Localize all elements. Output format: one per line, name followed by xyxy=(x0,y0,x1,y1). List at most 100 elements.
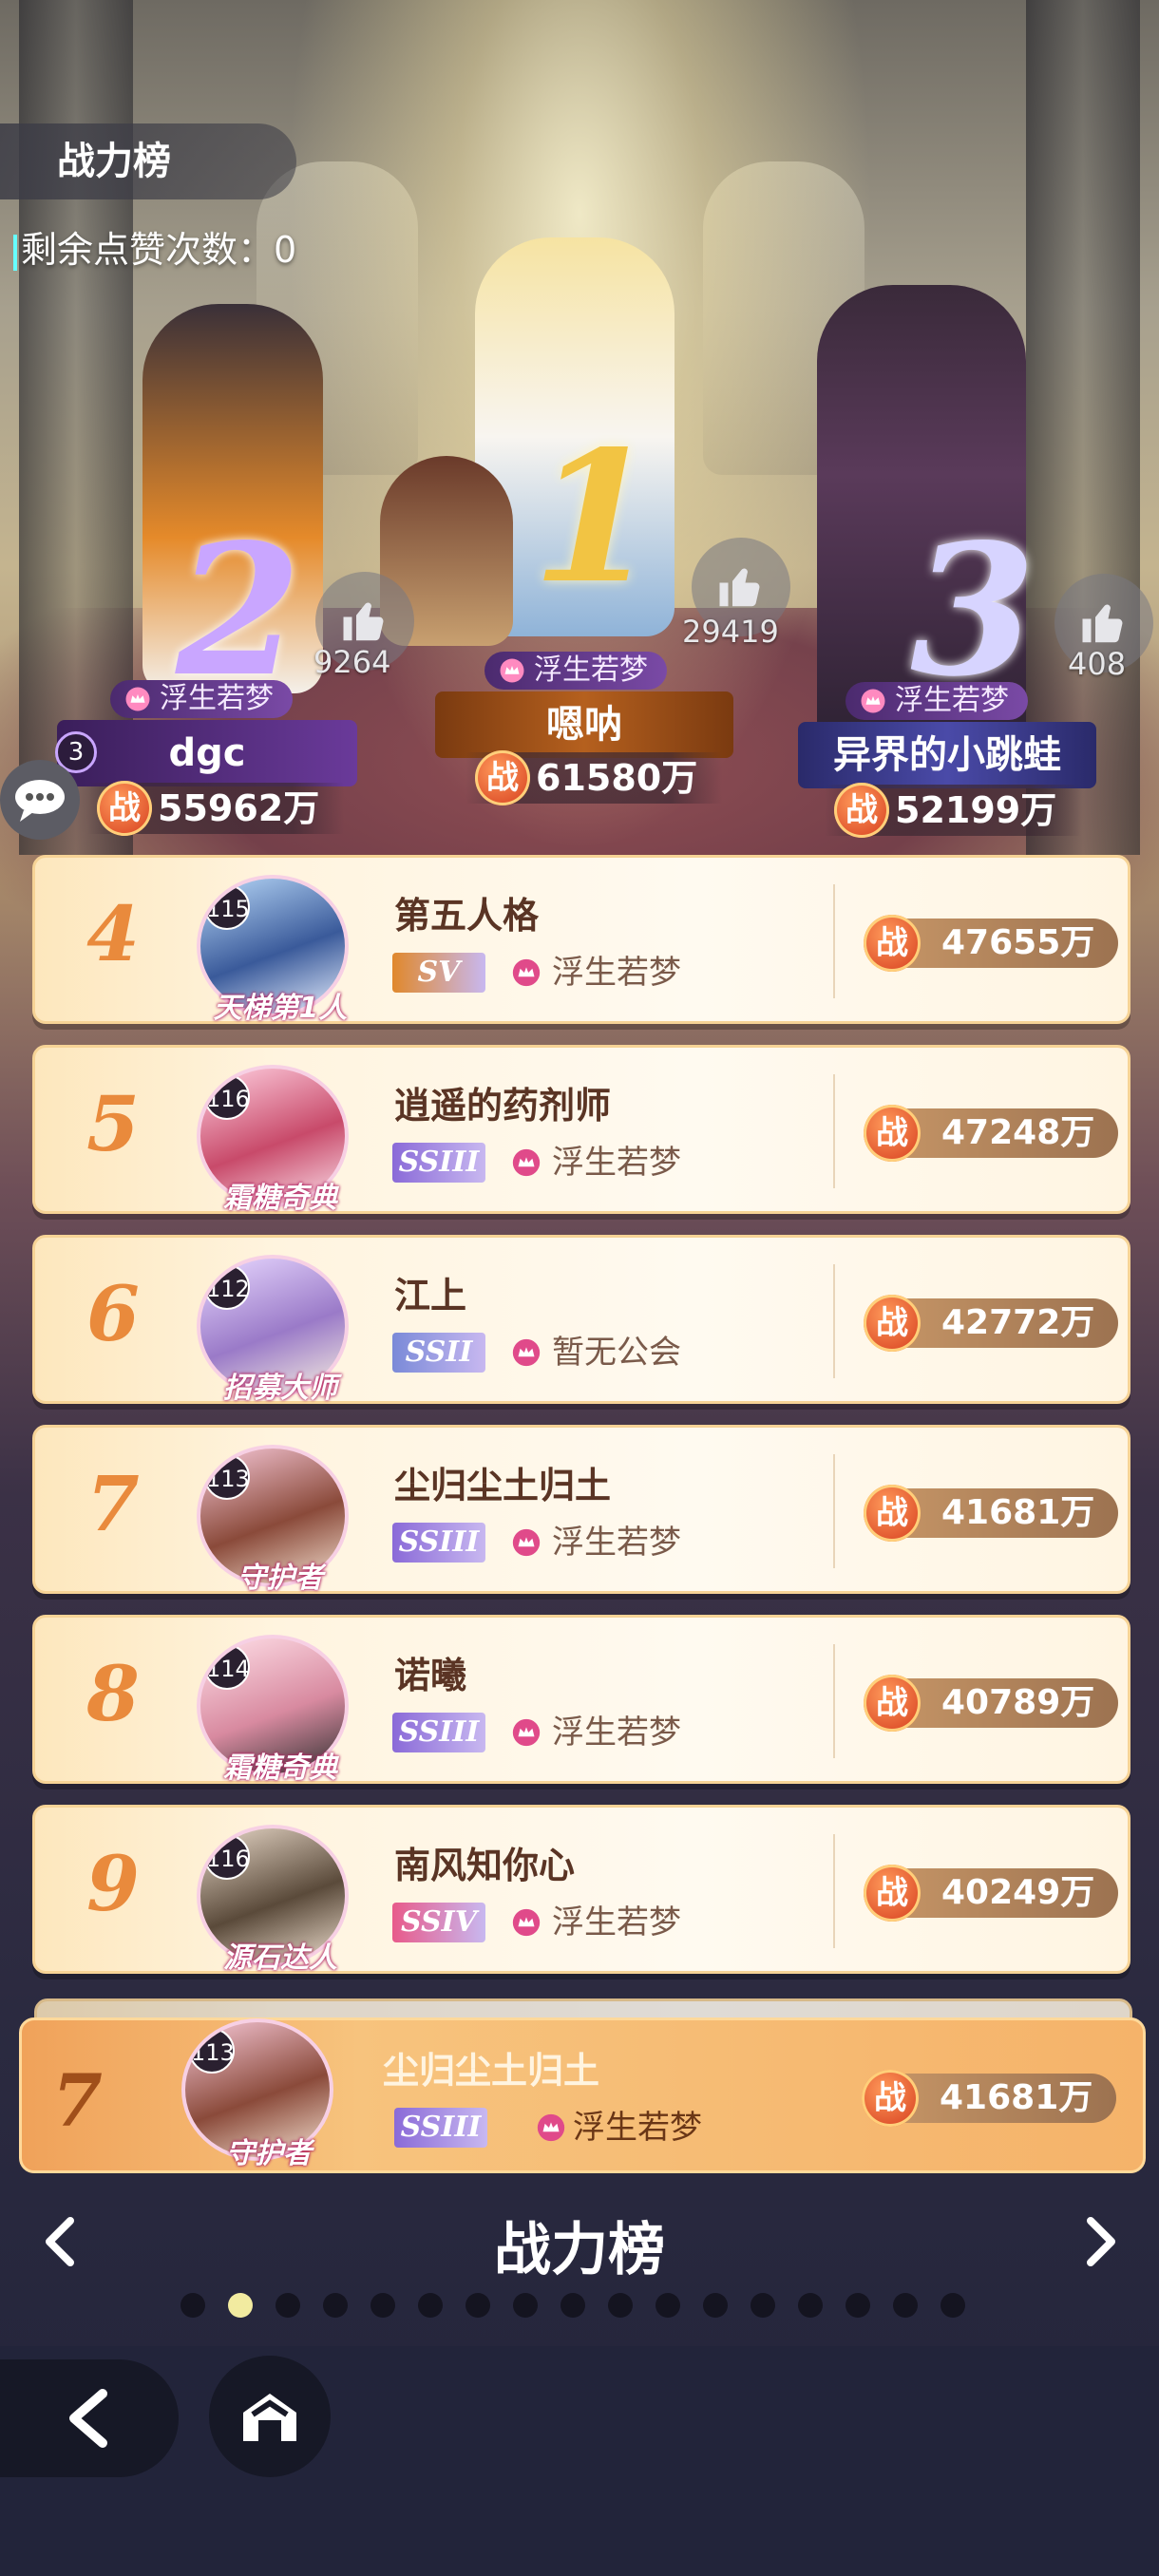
frame-title: 霜糖奇典 xyxy=(223,1182,337,1215)
power-icon: 战 xyxy=(475,750,530,805)
level-badge: 115 xyxy=(204,884,250,930)
board-title: 战力榜 xyxy=(494,2217,665,2283)
page-dot[interactable] xyxy=(370,2293,395,2318)
power-icon: 战 xyxy=(864,915,921,972)
level-badge: 116 xyxy=(204,1834,250,1880)
home-button[interactable] xyxy=(209,2356,331,2477)
power-value: 55962万 xyxy=(158,787,320,829)
ranking-row[interactable]: 6 112 招募大师 江上 SSII 暂无公会 战 42772万 xyxy=(32,1235,1130,1405)
guild-flower-icon xyxy=(512,1338,541,1367)
power-value: 41681万 xyxy=(940,2078,1093,2117)
ranking-row[interactable]: 7 113 守护者 尘归尘土归土 SSIII 浮生若梦 战 41681万 xyxy=(32,1425,1130,1595)
page-dot[interactable] xyxy=(846,2293,870,2318)
page-dot[interactable] xyxy=(560,2293,585,2318)
thumbs-up-icon xyxy=(343,602,384,641)
rank-3-numeral: 3 xyxy=(910,504,1036,716)
guild-flower-icon xyxy=(537,2113,565,2142)
rank-2-name-plate[interactable]: dgc xyxy=(57,720,357,786)
power-badge: 战 40789万 xyxy=(864,1675,1118,1732)
page-dot[interactable] xyxy=(798,2293,823,2318)
player-name: 南风知你心 xyxy=(394,1845,576,1886)
rank-number: 7 xyxy=(86,1459,140,1548)
like-count-rank-2: 9264 xyxy=(314,644,391,680)
frame-title: 霜糖奇典 xyxy=(223,1752,337,1785)
power-value: 42772万 xyxy=(941,1303,1095,1342)
like-count-rank-1: 29419 xyxy=(682,614,779,650)
guild-flower-icon xyxy=(512,1908,541,1937)
player-name: 尘归尘土归土 xyxy=(394,1465,612,1506)
rank-1-guild-tag: 浮生若梦 xyxy=(484,652,667,690)
my-vip-badge: SSIII xyxy=(394,2108,487,2148)
power-value: 47655万 xyxy=(941,923,1095,962)
player-name: dgc xyxy=(168,731,246,775)
my-power: 战 41681万 xyxy=(862,2070,1116,2127)
guild-name: 浮生若梦 xyxy=(552,1144,681,1182)
ranking-row[interactable]: 4 115 天梯第1人 第五人格 SV 浮生若梦 战 47655万 xyxy=(32,855,1130,1025)
player-name: 江上 xyxy=(394,1275,467,1316)
rank-3-name-plate[interactable]: 异界的小跳蛙 xyxy=(798,722,1096,788)
power-badge: 战 47655万 xyxy=(864,915,1118,972)
page-dot[interactable] xyxy=(180,2293,205,2318)
power-badge: 战 42772万 xyxy=(864,1295,1118,1352)
guild-flower-icon xyxy=(512,1718,541,1747)
page-dot[interactable] xyxy=(418,2293,443,2318)
crown-flower-icon xyxy=(500,658,524,683)
power-badge: 战 47248万 xyxy=(864,1105,1118,1162)
crown-flower-icon xyxy=(861,689,885,713)
guild-name: 浮生若梦 xyxy=(552,1524,681,1562)
row-divider xyxy=(833,1454,835,1568)
home-icon xyxy=(243,2394,296,2441)
chat-bubble-icon xyxy=(15,780,65,822)
ranking-row[interactable]: 5 116 霜糖奇典 逍遥的药剂师 SSIII 浮生若梦 战 47248万 xyxy=(32,1045,1130,1215)
power-icon: 战 xyxy=(864,1675,921,1732)
ranking-row[interactable]: 8 114 霜糖奇典 诺曦 SSIII 浮生若梦 战 40789万 xyxy=(32,1615,1130,1785)
power-value: 40249万 xyxy=(941,1873,1095,1912)
vip-badge: SV xyxy=(392,953,485,993)
page-dot[interactable] xyxy=(750,2293,775,2318)
power-value: 47248万 xyxy=(941,1113,1095,1152)
my-ranking-row[interactable]: 7 113 守护者 尘归尘土归土 SSIII 浮生若梦 战 41681万 xyxy=(19,2017,1146,2173)
page-dot[interactable] xyxy=(323,2293,348,2318)
page-dot[interactable] xyxy=(940,2293,965,2318)
power-icon: 战 xyxy=(864,1105,921,1162)
frame-title: 守护者 xyxy=(238,1562,323,1595)
back-button[interactable] xyxy=(0,2359,179,2477)
page-dot[interactable] xyxy=(608,2293,633,2318)
power-icon: 战 xyxy=(864,1485,921,1542)
player-name: 异界的小跳蛙 xyxy=(833,733,1061,777)
page-dot[interactable] xyxy=(276,2293,300,2318)
power-value: 41681万 xyxy=(941,1493,1095,1532)
like-count-rank-3: 408 xyxy=(1068,646,1127,682)
guild-name: 浮生若梦 xyxy=(552,954,681,992)
player-name: 诺曦 xyxy=(394,1655,467,1696)
page-dot[interactable] xyxy=(466,2293,490,2318)
likes-indicator-bar xyxy=(13,234,17,271)
power-icon: 战 xyxy=(864,1295,921,1352)
ranking-row[interactable]: 9 116 源石达人 南风知你心 SSIV 浮生若梦 战 40249万 xyxy=(32,1805,1130,1975)
rank-1-power: 战 61580万 xyxy=(466,750,722,805)
page-dot[interactable] xyxy=(703,2293,728,2318)
power-value: 61580万 xyxy=(536,757,698,799)
guild-flower-icon xyxy=(512,1148,541,1177)
level-badge: 114 xyxy=(204,1644,250,1690)
page-dot[interactable] xyxy=(893,2293,918,2318)
page-dot[interactable] xyxy=(513,2293,538,2318)
my-level-badge: 113 xyxy=(189,2028,235,2074)
chat-button[interactable] xyxy=(0,760,80,840)
guild-name: 浮生若梦 xyxy=(895,684,1009,717)
page-dot[interactable] xyxy=(656,2293,680,2318)
row-divider xyxy=(833,1264,835,1378)
crown-flower-icon xyxy=(125,687,150,711)
page-dot[interactable] xyxy=(228,2293,253,2318)
guild-name: 暂无公会 xyxy=(552,1334,681,1372)
guild-flower-icon xyxy=(512,1528,541,1557)
guild-name: 浮生若梦 xyxy=(534,653,648,687)
rank-1-name-plate[interactable]: 嗯呐 xyxy=(435,691,733,758)
page-title: 战力榜 xyxy=(0,123,296,199)
power-value: 40789万 xyxy=(941,1683,1095,1722)
rank-number: 4 xyxy=(86,889,140,978)
frame-title: 招募大师 xyxy=(223,1372,337,1405)
row-divider xyxy=(833,884,835,998)
next-board-arrow-icon[interactable] xyxy=(1070,2213,1127,2270)
guild-name: 浮生若梦 xyxy=(552,1714,681,1752)
